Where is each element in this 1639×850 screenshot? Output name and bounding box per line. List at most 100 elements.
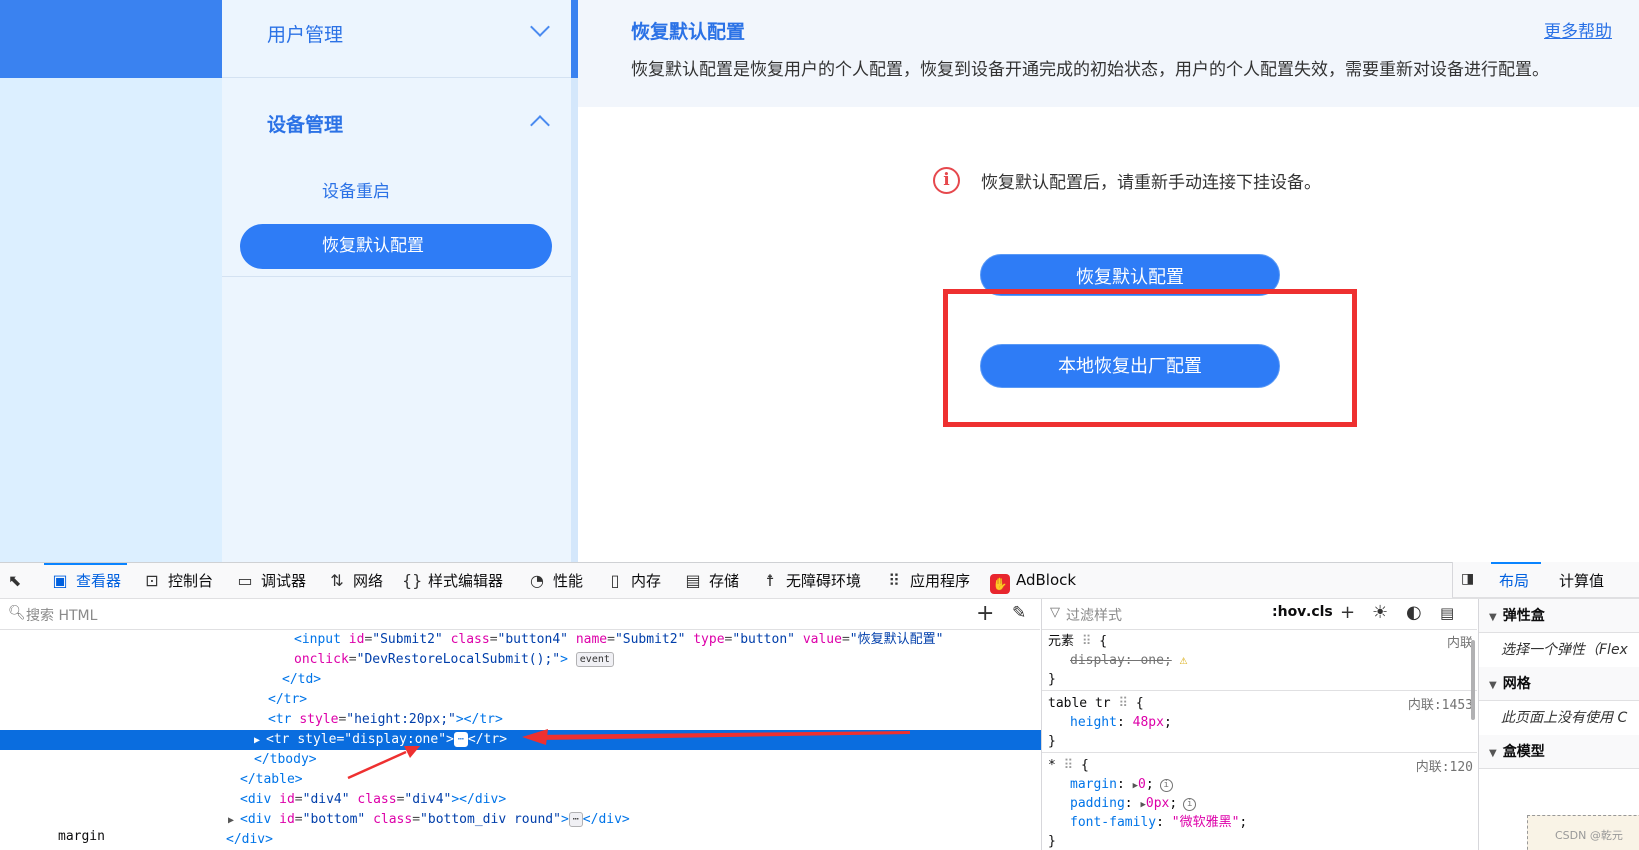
tab-performance[interactable]: ◔ 性能 [527, 563, 583, 598]
adblock-icon: ✋ [990, 574, 1010, 594]
tab-computed[interactable]: 计算值 [1559, 570, 1604, 591]
inspector-icon: ▣ [52, 571, 68, 590]
rule-declaration[interactable]: padding: ▶0px; i [1070, 794, 1197, 815]
html-line[interactable]: <div id="div4" class="div4"></div> [0, 790, 1041, 810]
sidebar-item-device-restart[interactable]: 设备重启 [240, 170, 552, 215]
tab-storage[interactable]: ▤ 存储 [683, 563, 739, 598]
rule-selector[interactable]: 元素 ⠿ { [1048, 632, 1107, 651]
search-icon: 🔍︎ [8, 605, 26, 621]
filter-styles-input[interactable]: 过滤样式 [1066, 605, 1122, 625]
event-badge[interactable]: event [575, 652, 614, 667]
tab-network[interactable]: ⇅ 网络 [327, 563, 383, 598]
layout-pane: ▼ 弹性盒 选择一个弹性（Flex ▼ 网格 此页面上没有使用 C ▼ 盒模型 [1478, 599, 1639, 850]
chevron-down-icon[interactable] [530, 17, 550, 37]
left-background [0, 0, 222, 562]
tab-label: 无障碍环境 [786, 572, 862, 590]
braces-icon: {} [402, 571, 423, 590]
tab-adblock[interactable]: ✋ AdBlock [990, 563, 1076, 598]
rule-source[interactable]: 内联:1453 [1408, 694, 1473, 713]
console-icon: ⊡ [145, 571, 159, 590]
dark-theme-icon[interactable]: ◐ [1406, 602, 1422, 623]
html-search-bar: 🔍︎ 搜索 HTML + ✎ [0, 599, 1040, 630]
sidebar-edge [571, 0, 578, 562]
rule-selector[interactable]: table tr ⠿ { [1048, 694, 1144, 713]
tab-memory[interactable]: ▯ 内存 [605, 563, 661, 598]
grid-section-header[interactable]: ▼ 网格 [1479, 667, 1639, 701]
sidebar-item-restore-default[interactable]: 恢复默认配置 [240, 224, 552, 269]
search-html-input[interactable]: 搜索 HTML [26, 605, 97, 625]
tab-label: 应用程序 [910, 572, 971, 590]
info-icon[interactable]: i [1159, 779, 1173, 792]
html-line[interactable]: onclick="DevRestoreLocalSubmit();"> even… [0, 650, 1041, 670]
light-theme-icon[interactable]: ☀ [1372, 602, 1388, 623]
html-line[interactable]: ▶ <div id="bottom" class="bottom_div roun… [0, 810, 1041, 830]
rule-end: } [1048, 834, 1056, 849]
web-page: 用户管理 设备管理 设备重启 恢复默认配置 恢复默认配置 恢复默认配置是恢复用户… [0, 0, 1639, 562]
html-line[interactable]: <tr style="height:20px;"></tr> [0, 710, 1041, 730]
rule-source[interactable]: 内联 [1447, 632, 1473, 651]
tab-label: 存储 [709, 572, 740, 590]
html-line[interactable]: </tr> [0, 690, 1041, 710]
toggle-sidebar-icon[interactable]: ◨ [1461, 571, 1474, 587]
header-band [0, 0, 222, 78]
menu-group-user-management[interactable]: 用户管理 [222, 0, 571, 78]
tab-style-editor[interactable]: {} 样式编辑器 [402, 563, 503, 598]
rule-selector[interactable]: * ⠿ { [1048, 756, 1089, 775]
tab-label: 网络 [353, 572, 384, 590]
html-line[interactable]: </table> [0, 770, 1041, 790]
menu-title-device-management[interactable]: 设备管理 [267, 110, 343, 137]
devtools-toolbar: ⬉ ▣ 查看器 ⊡ 控制台 ▭ 调试器 ⇅ 网络 {} 样式编辑器 ◔ 性能 ▯ 内存 ▤ 存储… [0, 563, 1639, 599]
rule-declaration[interactable]: font-family: "微软雅黑"; [1070, 813, 1247, 832]
rule-declaration[interactable]: margin: ▶0; i [1070, 775, 1173, 796]
flexbox-section-header[interactable]: ▼ 弹性盒 [1479, 599, 1639, 633]
rule-source[interactable]: 内联:120 [1416, 756, 1473, 775]
html-line[interactable]: </td> [0, 670, 1041, 690]
rules-toolbar: ▽ 过滤样式 :hov .cls + ☀ ◐ ▤ [1042, 599, 1477, 630]
tab-label: 内存 [631, 572, 662, 590]
eyedropper-icon[interactable]: ✎ [1012, 603, 1026, 623]
page-header: 恢复默认配置 恢复默认配置是恢复用户的个人配置，恢复到设备开通完成的初始状态，用… [578, 0, 1639, 107]
html-line[interactable]: <input id="Submit2" class="button4" name… [0, 630, 1041, 650]
tab-debugger[interactable]: ▭ 调试器 [235, 563, 306, 598]
html-line-selected[interactable]: ▶ <tr style="display:one"> ⋯ </tr> [0, 730, 1041, 750]
html-tree: <input id="Submit2" class="button4" name… [0, 630, 1041, 850]
devtools-panel: ⬉ ▣ 查看器 ⊡ 控制台 ▭ 调试器 ⇅ 网络 {} 样式编辑器 ◔ 性能 ▯ 内存 ▤ 存储… [0, 562, 1639, 850]
collapsed-content-badge[interactable]: ⋯ [568, 812, 583, 827]
hov-toggle[interactable]: :hov [1272, 604, 1306, 620]
accessibility-icon: ☨ [765, 571, 775, 590]
expand-caret-icon[interactable]: ▶ [228, 811, 240, 831]
warning-text: 恢复默认配置后，请重新手动连接下挂设备。 [981, 173, 1321, 193]
add-node-icon[interactable]: + [976, 601, 994, 626]
debugger-icon: ▭ [237, 571, 253, 590]
rule-declaration[interactable]: display: one; ⚠ [1070, 651, 1187, 670]
cls-toggle[interactable]: .cls [1306, 604, 1333, 620]
more-help-link[interactable]: 更多帮助 [1544, 17, 1612, 42]
collapse-triangle-icon: ▼ [1489, 612, 1497, 623]
tab-application[interactable]: ⠿ 应用程序 [884, 563, 970, 598]
info-icon[interactable]: i [1183, 798, 1197, 811]
sidebar-tabs: ◨ 布局 计算值 [1452, 562, 1639, 598]
rule-divider [1042, 690, 1477, 691]
grid-apps-icon: ⠿ [888, 571, 900, 590]
tab-inspector[interactable]: ▣ 查看器 [43, 563, 128, 598]
rule-declaration[interactable]: height: 48px; [1070, 713, 1172, 732]
expand-caret-icon[interactable]: ▶ [254, 731, 266, 751]
add-rule-icon[interactable]: + [1340, 602, 1355, 623]
chevron-up-icon[interactable] [530, 115, 550, 135]
box-model-section-header[interactable]: ▼ 盒模型 [1479, 735, 1639, 769]
flexbox-note: 选择一个弹性（Flex [1501, 642, 1628, 658]
rule-end: } [1048, 734, 1056, 749]
tab-label: 性能 [553, 572, 584, 590]
html-line[interactable]: </div> [0, 830, 1041, 850]
print-media-icon[interactable]: ▤ [1440, 604, 1454, 622]
element-picker-icon[interactable]: ⬉ [8, 571, 28, 591]
rules-scrollbar[interactable] [1471, 640, 1475, 720]
html-line[interactable]: </tbody> [0, 750, 1041, 770]
tab-accessibility[interactable]: ☨ 无障碍环境 [760, 563, 861, 598]
collapsed-content-badge[interactable]: ⋯ [453, 732, 468, 747]
tab-layout[interactable]: 布局 [1499, 570, 1529, 591]
tab-console[interactable]: ⊡ 控制台 [142, 563, 213, 598]
tab-label: AdBlock [1016, 571, 1077, 589]
rule-divider [1042, 752, 1477, 753]
menu-title-user-management[interactable]: 用户管理 [267, 20, 343, 47]
